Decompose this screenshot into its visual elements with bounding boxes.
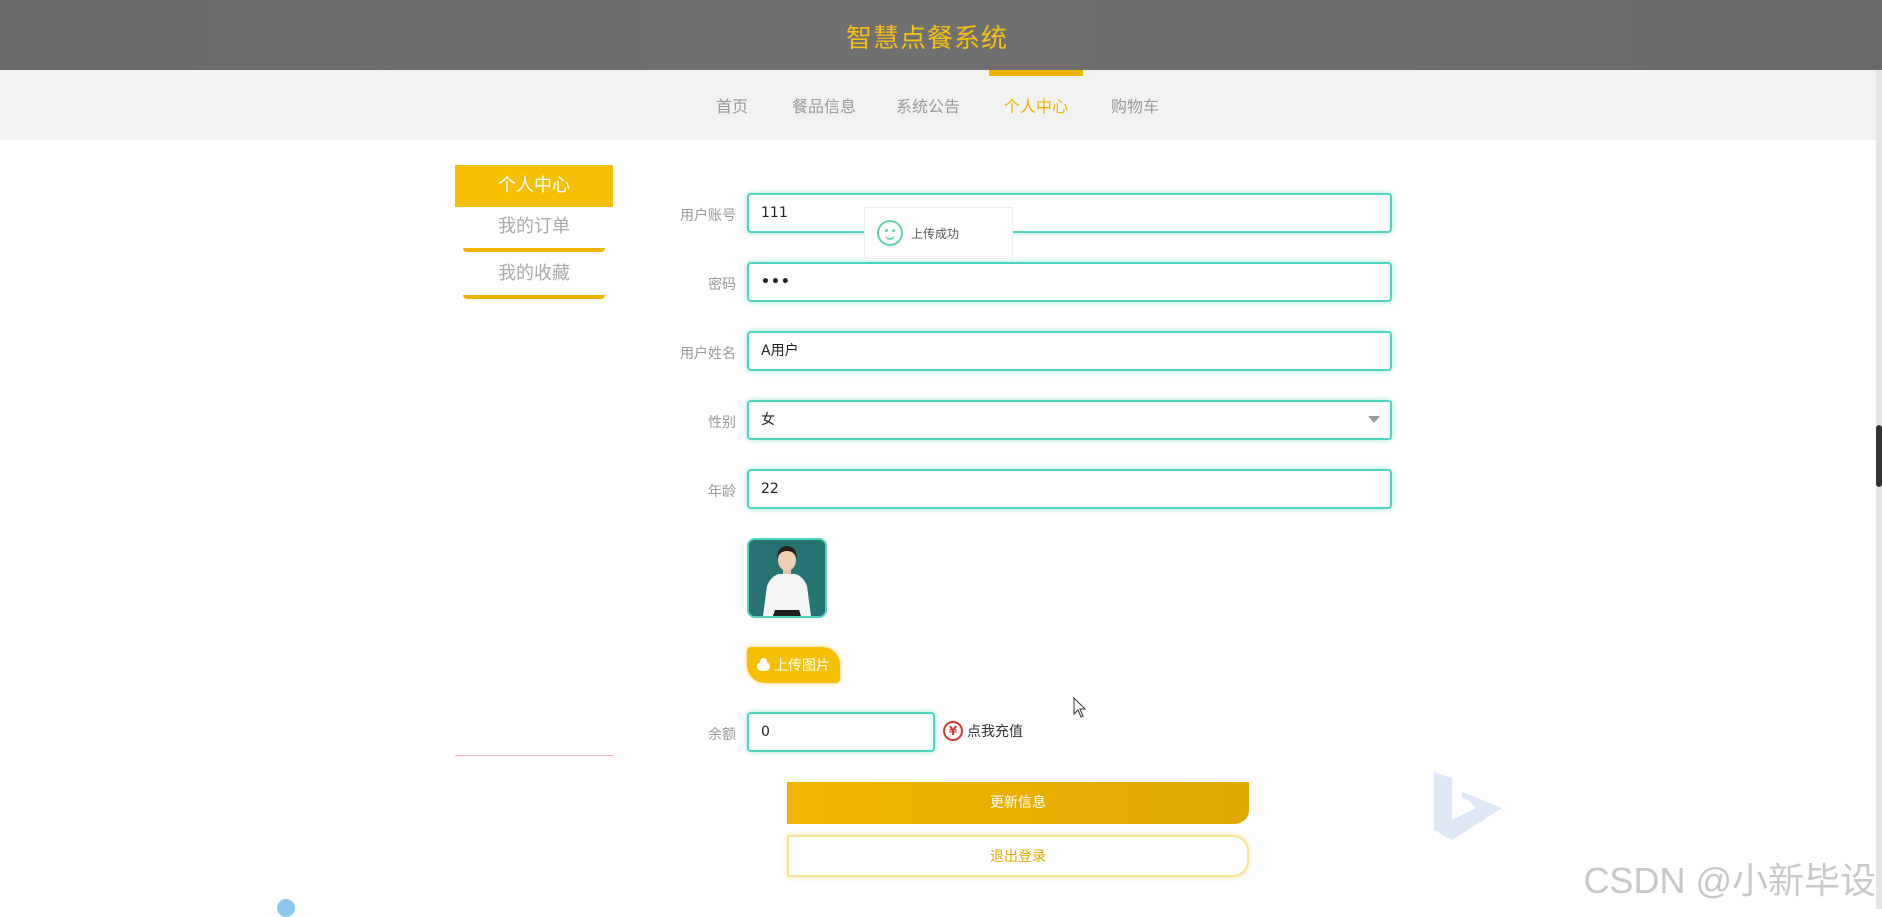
app-header: 智慧点餐系统	[0, 0, 1882, 70]
gender-label: 性别	[708, 415, 736, 431]
gender-select[interactable]: 女	[747, 400, 1392, 440]
recharge-link[interactable]: ¥ 点我充值	[943, 721, 1023, 741]
nav-item-home[interactable]: 首页	[704, 70, 760, 140]
cloud-upload-icon	[757, 657, 770, 671]
side-menu-title[interactable]: 个人中心	[455, 165, 613, 207]
age-label: 年龄	[708, 484, 736, 500]
name-label: 用户姓名	[680, 346, 736, 362]
avatar-image	[747, 538, 827, 618]
update-info-button[interactable]: 更新信息	[787, 782, 1249, 824]
account-input[interactable]: 111	[747, 193, 1392, 233]
side-item-favorites[interactable]: 我的收藏	[455, 254, 613, 301]
smile-icon	[877, 220, 903, 246]
avatar-photo	[749, 540, 825, 616]
nav-item-notices[interactable]: 系统公告	[890, 70, 966, 140]
yen-icon: ¥	[943, 721, 963, 741]
name-input[interactable]: A用户	[747, 331, 1392, 371]
recharge-label: 点我充值	[967, 724, 1023, 740]
watermark: CSDN @小新毕设	[1583, 860, 1876, 901]
floating-assist-icon[interactable]	[277, 899, 295, 917]
top-nav: 首页 餐品信息 系统公告 个人中心 购物车	[0, 70, 1882, 140]
side-item-orders[interactable]: 我的订单	[455, 207, 613, 254]
app-title: 智慧点餐系统	[845, 23, 1008, 54]
age-input[interactable]: 22	[747, 469, 1392, 509]
password-input[interactable]: •••	[747, 262, 1392, 302]
mouse-cursor-icon	[1073, 697, 1087, 718]
nav-item-products[interactable]: 餐品信息	[786, 70, 862, 140]
upload-image-button[interactable]: 上传图片	[747, 647, 840, 683]
upload-success-toast: 上传成功	[864, 207, 1013, 259]
balance-label: 余额	[708, 727, 736, 743]
logout-button[interactable]: 退出登录	[787, 835, 1249, 877]
bing-logo-icon	[1434, 772, 1502, 840]
account-label: 用户账号	[680, 208, 736, 224]
side-menu: 个人中心 我的订单 我的收藏	[455, 165, 613, 301]
scrollbar-thumb[interactable]	[1876, 425, 1882, 487]
balance-input[interactable]: 0	[747, 712, 935, 752]
side-divider	[455, 755, 613, 756]
gender-value: 女	[761, 412, 775, 428]
nav-item-profile[interactable]: 个人中心	[989, 70, 1083, 140]
password-label: 密码	[708, 277, 736, 293]
toast-message: 上传成功	[911, 226, 960, 241]
nav-item-cart[interactable]: 购物车	[1104, 70, 1166, 140]
chevron-down-icon	[1368, 416, 1380, 423]
upload-button-label: 上传图片	[774, 658, 830, 674]
scrollbar[interactable]	[1876, 70, 1882, 909]
